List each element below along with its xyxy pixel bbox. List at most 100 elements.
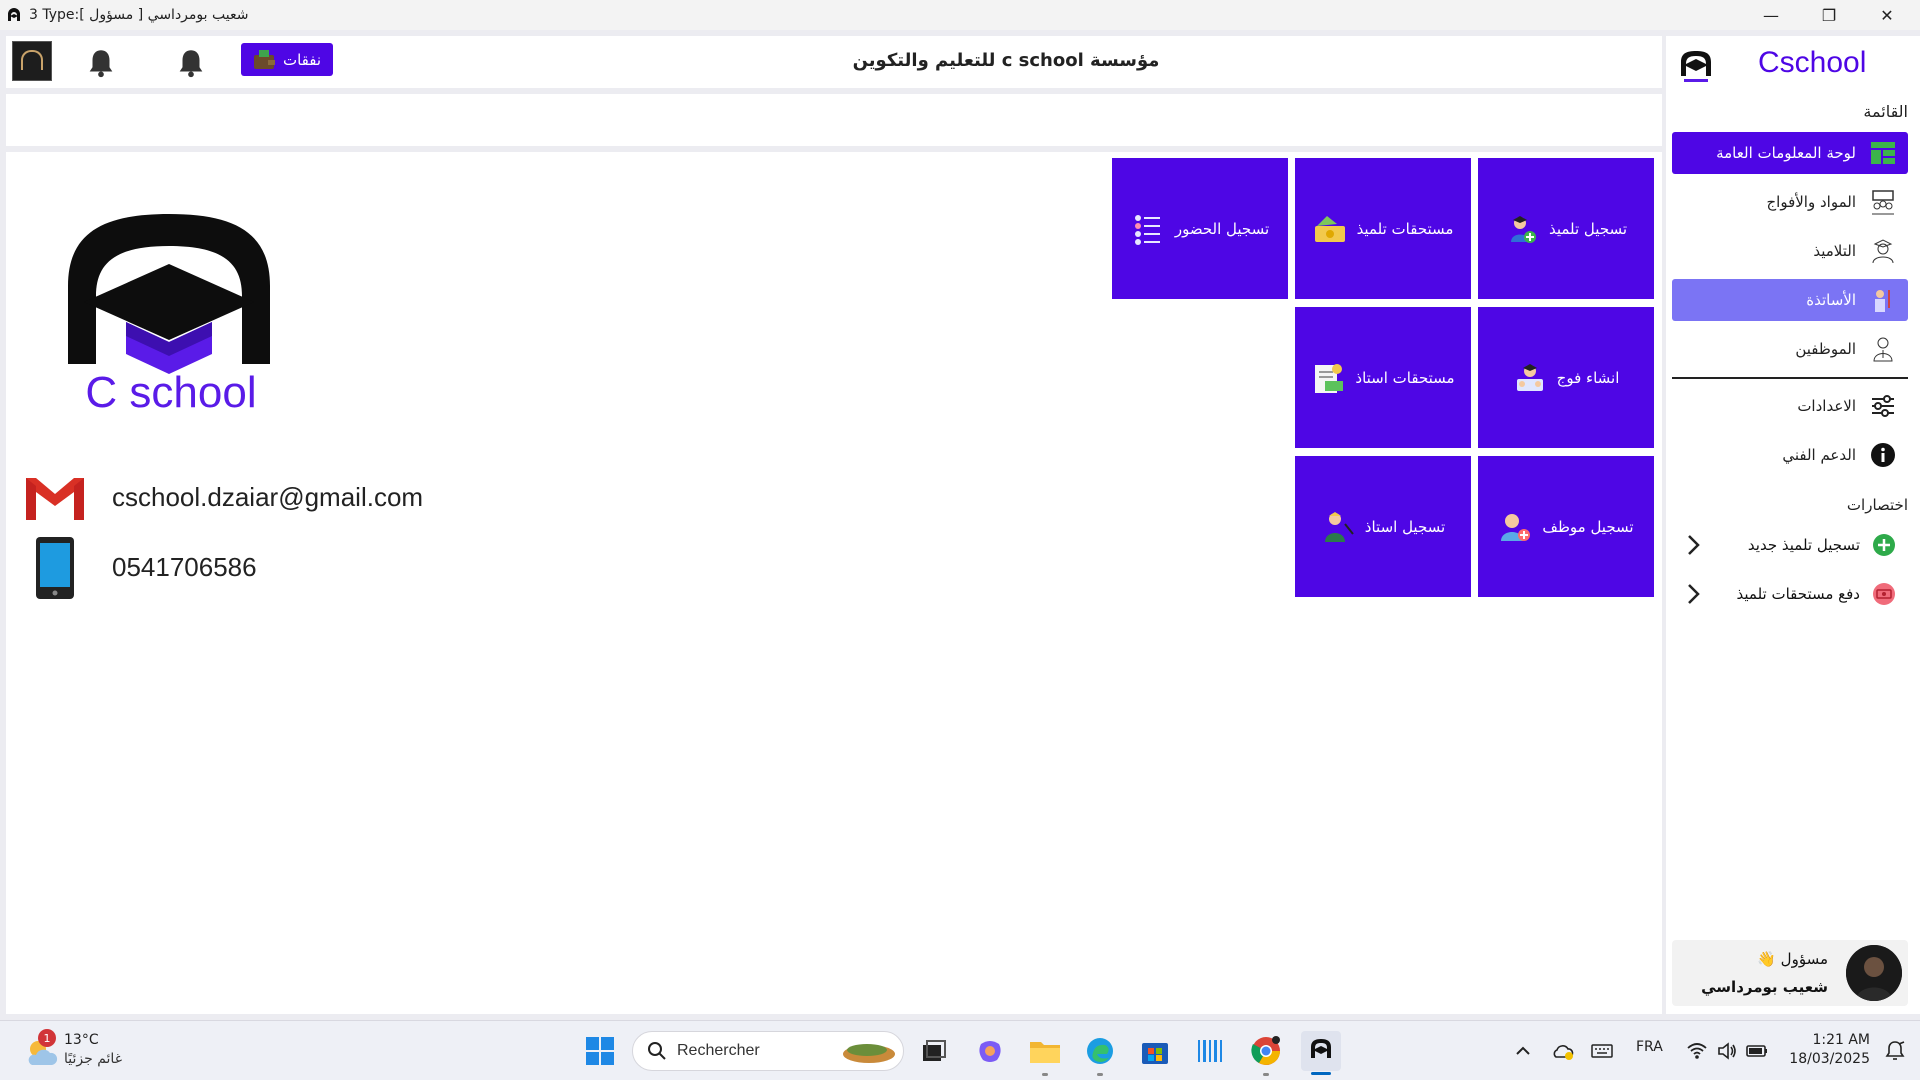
menu-title: القائمة: [1863, 102, 1908, 121]
tile-label: مستحقات تلميذ: [1356, 219, 1454, 238]
sidebar-item-label: لوحة المعلومات العامة: [1716, 144, 1856, 162]
top-bar: نفقات مؤسسة c school للتعليم والتكوين: [6, 36, 1662, 88]
main-area: نفقات مؤسسة c school للتعليم والتكوين تس…: [6, 36, 1662, 1014]
user-card[interactable]: مسؤول 👋 شعيب بومرداسي: [1672, 940, 1908, 1006]
groups-icon: [1872, 190, 1894, 215]
battery-icon[interactable]: [1745, 1040, 1769, 1062]
checklist-icon: [1134, 214, 1160, 245]
group-create-icon: [1516, 363, 1543, 391]
info-icon: [1871, 443, 1895, 467]
language-indicator[interactable]: FRA: [1636, 1039, 1663, 1055]
search-placeholder: Rechercher: [677, 1042, 760, 1059]
sidebar-item-label: الاعدادات: [1797, 397, 1856, 415]
search-icon: [648, 1042, 666, 1060]
tile-attendance[interactable]: تسجيل الحضور: [1112, 158, 1288, 299]
sidebar-divider: [1672, 377, 1908, 379]
clock-date: 18/03/2025: [1789, 1051, 1870, 1067]
windows-logo-icon: [586, 1037, 614, 1065]
taskbar: 1 13°C غائم جزئيًا Rechercher FRA 1:21 A…: [0, 1020, 1920, 1080]
start-button[interactable]: [580, 1031, 620, 1071]
expenses-button[interactable]: نفقات: [241, 43, 333, 76]
copilot-button[interactable]: [970, 1031, 1010, 1071]
sidebar-item-support[interactable]: الدعم الفني: [1672, 434, 1908, 476]
window-title: 3 Type:شعيب بومرداسي [ مسؤول ]: [29, 7, 249, 23]
minimize-button[interactable]: —: [1742, 0, 1800, 30]
tile-teacher-dues[interactable]: مستحقات استاذ: [1295, 307, 1471, 448]
notification-bell-icon[interactable]: [84, 46, 118, 80]
store-button[interactable]: [1135, 1031, 1175, 1071]
running-indicator: [1263, 1073, 1269, 1076]
tile-label: انشاء فوج: [1556, 368, 1620, 387]
running-indicator: [1042, 1073, 1048, 1076]
sidebar-item-label: الأساتذة: [1806, 291, 1856, 309]
window-titlebar: 3 Type:شعيب بومرداسي [ مسؤول ] — ❐ ✕: [0, 0, 1920, 30]
institution-logo-thumb[interactable]: [12, 41, 52, 81]
cash-icon: [1873, 583, 1895, 605]
shortcuts-title: اختصارات: [1846, 496, 1908, 514]
copilot-icon: [979, 1041, 1001, 1062]
student-add-icon: [1510, 215, 1536, 243]
edge-button[interactable]: [1080, 1031, 1120, 1071]
tile-label: مستحقات استاذ: [1355, 368, 1455, 387]
sidebar-item-students[interactable]: التلاميذ: [1672, 230, 1908, 272]
search-highlight-icon: [843, 1044, 895, 1063]
tile-label: تسجيل استاذ: [1364, 517, 1446, 536]
teacher-add-icon: [1324, 511, 1354, 542]
sidebar-item-employees[interactable]: الموظفين: [1672, 328, 1908, 370]
shortcut-pay-student-dues[interactable]: دفع مستحقات تلميذ: [1672, 573, 1908, 615]
tile-label: تسجيل تلميذ: [1548, 219, 1628, 238]
close-button[interactable]: ✕: [1858, 0, 1916, 30]
sidebar-item-label: المواد والأفواج: [1766, 193, 1856, 211]
email-text[interactable]: cschool.dzaiar@gmail.com: [112, 482, 423, 513]
weather-widget[interactable]: 1 13°C غائم جزئيًا: [22, 1029, 142, 1073]
sidebar-item-settings[interactable]: الاعدادات: [1672, 385, 1908, 427]
tile-create-group[interactable]: انشاء فوج: [1478, 307, 1654, 448]
notification-center-icon[interactable]: [1884, 1040, 1906, 1062]
sidebar: Cschool القائمة لوحة المعلومات العامة ال…: [1666, 36, 1920, 1014]
task-view-button[interactable]: [914, 1031, 954, 1071]
cschool-taskbar-button[interactable]: [1301, 1031, 1341, 1071]
alert-bell-icon[interactable]: [174, 46, 208, 80]
weather-condition: غائم جزئيًا: [64, 1051, 123, 1067]
file-explorer-button[interactable]: [1025, 1031, 1065, 1071]
tile-register-employee[interactable]: تسجيل موظف: [1478, 456, 1654, 597]
task-view-icon: [923, 1040, 946, 1061]
cschool-logo-icon: [1681, 51, 1711, 82]
expenses-label: نفقات: [282, 50, 322, 69]
volume-icon[interactable]: [1716, 1040, 1738, 1062]
store-icon: [1142, 1043, 1168, 1064]
restore-button[interactable]: ❐: [1800, 0, 1858, 30]
cloud-sync-icon[interactable]: [1551, 1039, 1575, 1063]
tile-register-teacher[interactable]: تسجيل استاذ: [1295, 456, 1471, 597]
sidebar-item-dashboard[interactable]: لوحة المعلومات العامة: [1672, 132, 1908, 174]
avatar[interactable]: [1846, 945, 1902, 1001]
money-icon: [1314, 215, 1345, 242]
sidebar-item-subjects-groups[interactable]: المواد والأفواج: [1672, 181, 1908, 223]
employees-icon: [1873, 337, 1893, 362]
phone-text[interactable]: 0541706586: [112, 552, 257, 583]
tile-register-student[interactable]: تسجيل تلميذ: [1478, 158, 1654, 299]
invoice-icon: [1315, 363, 1344, 393]
user-photo-icon: [1846, 945, 1902, 1001]
chevron-right-icon: [1688, 535, 1700, 555]
mobile-phone-icon: [36, 537, 74, 599]
tile-label: تسجيل موظف: [1542, 517, 1634, 536]
filter-strip: [6, 94, 1662, 146]
wallet-icon: [253, 49, 275, 69]
tile-student-dues[interactable]: مستحقات تلميذ: [1295, 158, 1471, 299]
keyboard-icon[interactable]: [1590, 1039, 1614, 1063]
chrome-button[interactable]: [1246, 1031, 1286, 1071]
shortcut-label: دفع مستحقات تلميذ: [1736, 585, 1861, 603]
taskbar-clock[interactable]: 1:21 AM 18/03/2025: [1780, 1031, 1870, 1069]
sidebar-item-teachers[interactable]: الأساتذة: [1672, 279, 1908, 321]
user-name: شعيب بومرداسي: [1701, 978, 1828, 996]
shortcut-register-student[interactable]: تسجيل تلميذ جديد: [1672, 524, 1908, 566]
wifi-icon[interactable]: [1686, 1040, 1708, 1062]
barcode-app-button[interactable]: [1190, 1031, 1230, 1071]
brand-name: C school: [85, 368, 257, 417]
dashboard-content: تسجيل تلميذ مستحقات تلميذ تسجيل الحضور ا…: [6, 152, 1662, 1014]
active-indicator: [1311, 1072, 1331, 1075]
tile-label: تسجيل الحضور: [1174, 219, 1270, 238]
taskbar-search[interactable]: Rechercher: [632, 1031, 904, 1071]
chevron-up-icon[interactable]: [1513, 1041, 1533, 1061]
